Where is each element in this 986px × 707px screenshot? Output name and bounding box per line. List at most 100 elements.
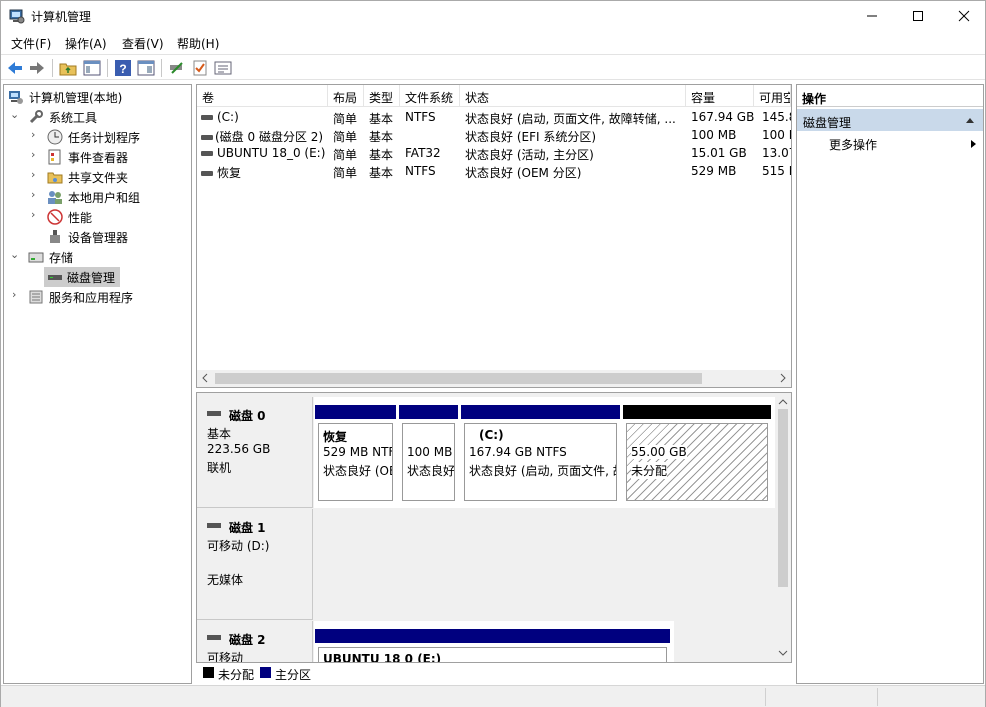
menu-bar: 文件(F) 操作(A) 查看(V) 帮助(H)	[1, 31, 985, 53]
table-cell: 515 M	[762, 164, 791, 178]
back-arrow-icon[interactable]	[6, 59, 24, 77]
table-cell: 13.07	[762, 146, 791, 160]
tree-item-disk-management[interactable]: 磁盘管理	[44, 267, 120, 287]
partition-unallocated[interactable]: 55.00 GB 未分配	[626, 423, 768, 501]
tree-item-label: 性能	[68, 211, 93, 225]
list-view-icon[interactable]	[214, 59, 232, 77]
chevron-down-icon[interactable]: ⌄	[10, 248, 19, 261]
column-header-layout[interactable]: 布局	[328, 85, 364, 107]
table-cell: 基本	[369, 112, 394, 126]
tree-item-label: 本地用户和组	[68, 191, 141, 205]
tree-item-event-viewer[interactable]: › 事件查看器	[6, 147, 191, 167]
minimize-button[interactable]	[849, 1, 895, 31]
partition-c[interactable]: (C:) 167.94 GB NTFS 状态良好 (启动, 页面文件, 故	[464, 423, 617, 501]
collapse-up-icon[interactable]	[965, 116, 975, 124]
tree-item-label: 系统工具	[49, 111, 98, 125]
column-header-status[interactable]: 状态	[460, 85, 686, 107]
scroll-down-icon[interactable]	[778, 648, 788, 658]
column-header-volume[interactable]: 卷	[197, 85, 328, 107]
volume-name: UBUNTU 18_0 (E:)	[217, 146, 326, 160]
column-header-type[interactable]: 类型	[364, 85, 400, 107]
chevron-right-icon[interactable]: ›	[31, 148, 35, 161]
legend-swatch-primary	[260, 667, 271, 678]
tree-item-device-manager[interactable]: 设备管理器	[6, 227, 191, 247]
scroll-thumb[interactable]	[778, 409, 788, 587]
chevron-right-icon[interactable]: ›	[31, 188, 35, 201]
partition-bar-primary	[461, 405, 620, 419]
disk-drive-icon	[207, 411, 221, 416]
tree-item-label: 服务和应用程序	[49, 291, 134, 305]
menu-view[interactable]: 查看(V)	[122, 35, 164, 52]
tree-item-services[interactable]: › 服务和应用程序	[6, 287, 191, 307]
volume-icon	[201, 115, 213, 120]
disk-label-1[interactable]: 磁盘 1 可移动 (D:) 无媒体	[197, 509, 313, 620]
tree-item-label: 计算机管理(本地)	[29, 91, 123, 105]
column-header-free[interactable]: 可用空	[754, 85, 791, 107]
check-task-icon[interactable]	[191, 59, 209, 77]
table-row[interactable]: 恢复 简单 基本 NTFS 状态良好 (OEM 分区) 529 MB 515 M	[197, 162, 791, 180]
actions-pane: 操作 磁盘管理 更多操作	[796, 84, 984, 684]
partition-recovery[interactable]: 恢复 529 MB NTFS 状态良好 (OEM	[318, 423, 393, 501]
volume-icon	[201, 151, 213, 156]
maximize-button[interactable]	[895, 1, 941, 31]
menu-help[interactable]: 帮助(H)	[177, 35, 219, 52]
submenu-arrow-icon[interactable]	[970, 139, 978, 149]
partition-bar-primary	[399, 405, 458, 419]
chevron-right-icon[interactable]: ›	[31, 168, 35, 181]
horizontal-scrollbar[interactable]	[197, 370, 791, 387]
close-icon	[958, 10, 970, 22]
scroll-left-icon[interactable]	[200, 373, 210, 383]
partition-bar-primary	[315, 405, 396, 419]
table-cell: 简单	[333, 166, 358, 180]
partition-efi[interactable]: 100 MB 状态良好	[402, 423, 455, 501]
scroll-thumb[interactable]	[215, 373, 702, 384]
connect-icon[interactable]	[168, 59, 186, 77]
partition-size: 100 MB	[407, 445, 453, 459]
legend-label-unallocated: 未分配	[218, 668, 255, 682]
column-header-filesystem[interactable]: 文件系统	[400, 85, 460, 107]
table-row[interactable]: (磁盘 0 磁盘分区 2) 简单 基本 状态良好 (EFI 系统分区) 100 …	[197, 126, 791, 144]
tree-item-task-scheduler[interactable]: › 任务计划程序	[6, 127, 191, 147]
tree-item-label: 磁盘管理	[67, 271, 116, 285]
chevron-down-icon[interactable]: ⌄	[10, 108, 19, 121]
properties-pane-icon[interactable]	[137, 59, 155, 77]
column-header-capacity[interactable]: 容量	[686, 85, 754, 107]
help-icon[interactable]: ?	[114, 59, 132, 77]
table-cell: FAT32	[405, 146, 441, 160]
menu-action[interactable]: 操作(A)	[65, 35, 107, 52]
disk-label-2[interactable]: 磁盘 2 可移动	[197, 621, 313, 662]
tree-item-local-users[interactable]: › 本地用户和组	[6, 187, 191, 207]
table-cell: 状态良好 (OEM 分区)	[465, 166, 582, 180]
table-cell: 100 MB	[691, 128, 737, 142]
computer-icon	[9, 91, 23, 104]
scroll-right-icon[interactable]	[778, 373, 788, 383]
table-cell: NTFS	[405, 164, 436, 178]
chevron-right-icon[interactable]: ›	[12, 288, 16, 301]
table-cell: 167.94 GB	[691, 110, 755, 124]
tree-item-storage[interactable]: ⌄ 存储	[6, 247, 191, 267]
disk-drive-icon	[48, 275, 62, 280]
tree-item-performance[interactable]: › 性能	[6, 207, 191, 227]
table-row[interactable]: UBUNTU 18_0 (E:) 简单 基本 FAT32 状态良好 (活动, 主…	[197, 144, 791, 162]
more-actions-item[interactable]: 更多操作	[829, 136, 877, 153]
scroll-up-icon[interactable]	[778, 397, 788, 407]
show-hide-tree-icon[interactable]	[83, 59, 101, 77]
tree-item-shared-folders[interactable]: › 共享文件夹	[6, 167, 191, 187]
partition-name: UBUNTU 18 0 (E:)	[323, 652, 442, 663]
forward-arrow-icon[interactable]	[28, 59, 46, 77]
menu-file[interactable]: 文件(F)	[11, 35, 51, 52]
table-cell: 状态良好 (活动, 主分区)	[465, 148, 594, 162]
tree-item-system-tools[interactable]: ⌄ 系统工具	[6, 107, 191, 127]
vertical-scrollbar[interactable]	[775, 393, 791, 662]
partition-status: 状态良好	[407, 464, 455, 478]
tree-item-root[interactable]: 计算机管理(本地)	[6, 87, 191, 107]
actions-group-disk-management[interactable]: 磁盘管理	[797, 109, 983, 131]
partition-ubuntu[interactable]: UBUNTU 18 0 (E:)	[318, 647, 667, 663]
table-row[interactable]: (C:) 简单 基本 NTFS 状态良好 (启动, 页面文件, 故障转储, ..…	[197, 108, 791, 126]
disk-label-0[interactable]: 磁盘 0 基本 223.56 GB 联机	[197, 397, 313, 508]
up-folder-icon[interactable]	[59, 59, 77, 77]
chevron-right-icon[interactable]: ›	[31, 128, 35, 141]
close-button[interactable]	[941, 1, 986, 31]
volume-icon	[201, 135, 213, 140]
chevron-right-icon[interactable]: ›	[31, 208, 35, 221]
